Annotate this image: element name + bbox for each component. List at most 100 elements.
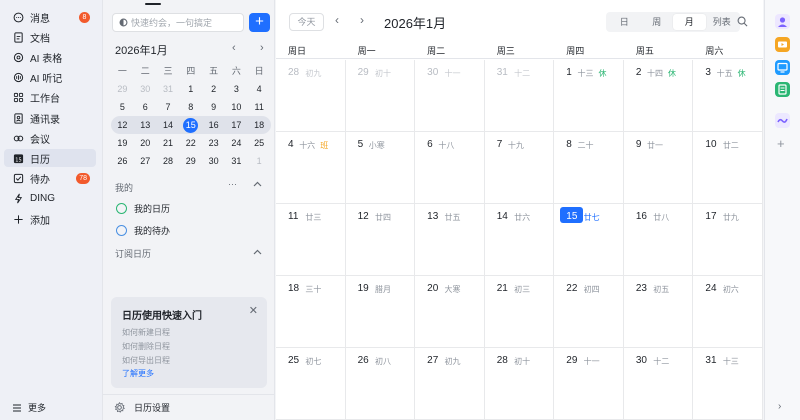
mini-day[interactable]: 24 [225,135,248,152]
mini-day[interactable]: 7 [157,99,180,116]
mini-day[interactable]: 30 [202,153,225,170]
day-cell[interactable]: 25 初七 [276,348,346,420]
mini-day[interactable]: 2 [202,81,225,98]
nav-item-plus[interactable]: 添加 [4,210,96,228]
mini-day[interactable]: 28 [157,153,180,170]
mini-day-today[interactable]: 15 [179,117,202,134]
day-cell[interactable]: 13 廿五 [415,204,485,276]
mini-day[interactable]: 23 [202,135,225,152]
add-app-button[interactable]: + [777,136,785,151]
guide-link-export[interactable]: 如何导出日程 [122,355,170,366]
mini-day[interactable]: 21 [157,135,180,152]
nav-item-meeting[interactable]: 会议 [4,129,96,147]
day-cell[interactable]: 14 廿六 [484,204,555,276]
video-app-icon[interactable] [775,37,790,52]
day-cell[interactable]: 28 初九 [276,60,346,132]
guide-learn-more-link[interactable]: 了解更多 [122,368,154,379]
day-cell[interactable]: 5 小寒 [345,132,416,204]
add-event-button[interactable]: + [249,13,270,32]
mini-day[interactable]: 30 [134,81,157,98]
day-cell[interactable]: 18 三十 [276,276,346,348]
quick-event-search[interactable] [112,13,244,32]
mini-day[interactable]: 4 [248,81,271,98]
mini-day[interactable]: 1 [179,81,202,98]
nav-item-ai-table[interactable]: AI 表格 [4,48,96,66]
mini-day[interactable]: 22 [179,135,202,152]
screen-app-icon[interactable] [775,60,790,75]
wave-app-icon[interactable] [775,113,790,128]
chevron-right-icon[interactable]: › [778,401,781,412]
day-cell[interactable]: 17 廿九 [693,204,763,276]
quick-event-input[interactable] [131,17,241,28]
mini-day[interactable]: 31 [157,81,180,98]
mini-day[interactable]: 6 [134,99,157,116]
my-calendars-collapse-icon[interactable] [253,180,262,190]
nav-item-workbench[interactable]: 工作台 [4,89,96,107]
day-cell[interactable]: 26 初八 [345,348,416,420]
day-cell[interactable]: 12 廿四 [345,204,416,276]
mini-day[interactable]: 3 [225,81,248,98]
day-cell[interactable]: 2 十四休 [623,60,694,132]
day-cell[interactable]: 11 廿三 [276,204,346,276]
day-cell[interactable]: 7 十九 [484,132,555,204]
day-cell[interactable]: 9 廿一 [623,132,694,204]
view-tab[interactable]: 月 [673,14,706,30]
day-cell[interactable]: 30 十一 [415,60,485,132]
guide-link-create[interactable]: 如何新建日程 [122,327,170,338]
day-cell[interactable]: 29 初十 [345,60,416,132]
day-cell[interactable]: 31 十二 [484,60,555,132]
nav-item-contacts[interactable]: 通讯录 [4,109,96,127]
view-tab[interactable]: 周 [641,14,674,30]
nav-item-document[interactable]: 文档 [4,28,96,46]
today-button[interactable]: 今天 [289,13,324,31]
mini-day[interactable]: 8 [179,99,202,116]
day-cell[interactable]: 10 廿二 [693,132,763,204]
my-calendar-item[interactable]: 我的待办 [116,224,170,237]
nav-item-message[interactable]: 消息 8 [4,8,96,26]
close-icon[interactable]: ✕ [249,304,258,317]
mini-day[interactable]: 19 [111,135,134,152]
mini-day[interactable]: 18 [248,117,271,134]
mini-day[interactable]: 26 [111,153,134,170]
calendar-toggle-circle[interactable] [116,203,127,214]
day-cell[interactable]: 19 腊月 [345,276,416,348]
day-cell[interactable]: 22 初四 [554,276,624,348]
next-month-button[interactable]: › [360,13,364,27]
day-cell[interactable]: 29 十一 [554,348,624,420]
prev-month-button[interactable]: ‹ [335,13,339,27]
avatar-icon[interactable] [775,14,790,29]
day-cell[interactable]: 21 初三 [484,276,555,348]
mini-day[interactable]: 9 [202,99,225,116]
day-cell[interactable]: 4 十六班 [276,132,346,204]
day-cell[interactable]: 24 初六 [693,276,763,348]
day-cell[interactable]: 20 大寒 [415,276,485,348]
day-cell-today[interactable]: 15 廿七 [554,204,624,276]
guide-link-delete[interactable]: 如何删除日程 [122,341,170,352]
mini-day[interactable]: 20 [134,135,157,152]
day-cell[interactable]: 31 十三 [693,348,763,420]
view-tab[interactable]: 列表 [706,14,739,30]
mini-day[interactable]: 16 [202,117,225,134]
day-cell[interactable]: 28 初十 [484,348,555,420]
my-calendar-item[interactable]: 我的日历 [116,202,170,215]
mini-day[interactable]: 14 [157,117,180,134]
mini-day[interactable]: 31 [225,153,248,170]
day-cell[interactable]: 1 十三休 [554,60,624,132]
mini-next-month-button[interactable]: › [260,42,264,54]
view-tab[interactable]: 日 [608,14,641,30]
nav-more-button[interactable]: 更多 [12,401,46,414]
day-cell[interactable]: 30 十二 [623,348,694,420]
search-icon[interactable] [737,16,749,28]
mini-day[interactable]: 5 [111,99,134,116]
day-cell[interactable]: 16 廿八 [623,204,694,276]
mini-day[interactable]: 29 [111,81,134,98]
nav-item-ding[interactable]: DING [4,190,96,208]
mini-day[interactable]: 1 [248,153,271,170]
mini-day[interactable]: 17 [225,117,248,134]
nav-item-calendar[interactable]: 15 日历 [4,149,96,168]
subscribed-collapse-icon[interactable] [253,248,262,258]
day-cell[interactable]: 23 初五 [623,276,694,348]
mini-day[interactable]: 13 [134,117,157,134]
mini-day[interactable]: 10 [225,99,248,116]
my-calendars-more-button[interactable]: ··· [228,179,237,189]
